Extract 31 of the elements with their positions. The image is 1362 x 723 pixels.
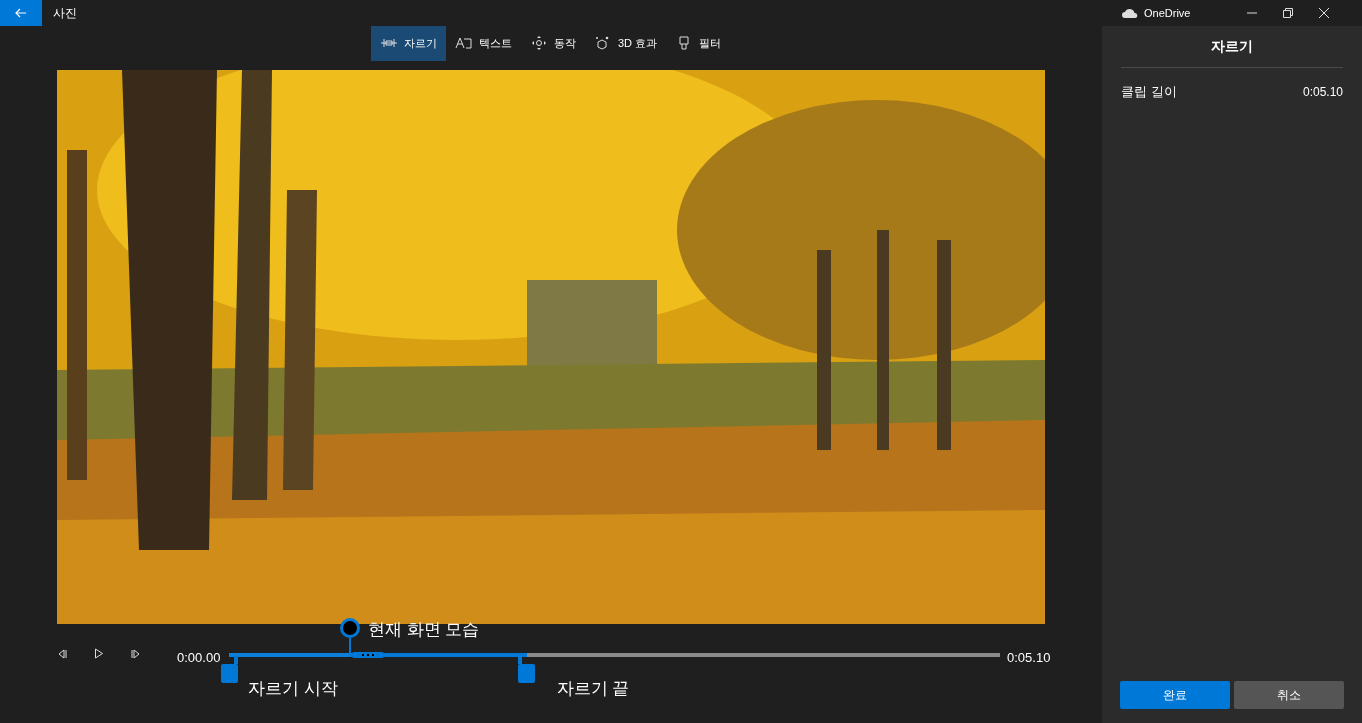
- target-icon: [530, 35, 548, 51]
- toolbar-tab[interactable]: 동작: [521, 25, 585, 61]
- previous-frame-icon[interactable]: [57, 648, 67, 659]
- toolbar-tab[interactable]: 3D 효과: [585, 25, 667, 61]
- cancel-button[interactable]: 취소: [1234, 681, 1344, 709]
- next-frame-icon[interactable]: [131, 648, 141, 659]
- text-icon: [455, 35, 473, 51]
- done-button[interactable]: 완료: [1120, 681, 1230, 709]
- end-time: 0:05.10: [1007, 649, 1051, 667]
- trim-start-handle[interactable]: [220, 656, 238, 683]
- cloud-icon: [1122, 8, 1138, 18]
- back-arrow-icon: [15, 8, 27, 18]
- toolbar-tab[interactable]: 자르기: [371, 25, 446, 61]
- playhead[interactable]: [340, 618, 361, 654]
- window-title: 사진: [53, 5, 77, 22]
- trim-start-label: 자르기 시작: [248, 678, 338, 700]
- toolbar-tab[interactable]: 필터: [666, 25, 731, 61]
- start-time: 0:00.00: [177, 649, 221, 667]
- trim-end-handle[interactable]: [518, 656, 536, 683]
- timeline-track[interactable]: [229, 653, 1000, 657]
- play-icon[interactable]: [94, 648, 104, 659]
- trim-end-label: 자르기 끝: [556, 678, 630, 700]
- account-name: OneDrive: [1144, 5, 1191, 21]
- scrub-grip[interactable]: [352, 652, 385, 658]
- panel-title: 자르기: [1210, 37, 1254, 56]
- close-icon[interactable]: [1319, 8, 1330, 18]
- playhead-label: 현재 화면 모습: [368, 619, 480, 641]
- field-value: 0:05.10: [1302, 83, 1343, 101]
- field-label: 클립 길이: [1121, 83, 1177, 101]
- toolbar-tab[interactable]: 텍스트: [446, 25, 521, 61]
- restore-icon[interactable]: [1283, 8, 1294, 18]
